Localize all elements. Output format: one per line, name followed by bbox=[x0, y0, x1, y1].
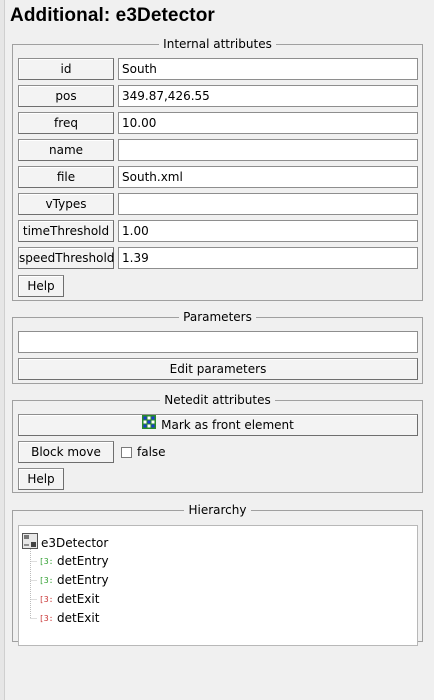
attr-field-name[interactable] bbox=[118, 139, 418, 161]
hierarchy-child-item[interactable]: [3: detEntry bbox=[39, 571, 109, 589]
frame-title: Additional: e3Detector bbox=[10, 5, 215, 26]
mark-front-element-label: Mark as front element bbox=[161, 418, 294, 432]
attr-label-id[interactable]: id bbox=[18, 58, 114, 80]
hierarchy-tree[interactable]: e3Detector [3: detEntry [3: detEntry [3: de… bbox=[18, 525, 418, 646]
det-exit-icon: [3: bbox=[39, 594, 54, 604]
internal-attributes-help-button[interactable]: Help bbox=[18, 275, 64, 297]
det-entry-icon: [3: bbox=[39, 556, 54, 566]
hierarchy-child-label: detExit bbox=[57, 592, 100, 606]
attr-label-file[interactable]: file bbox=[18, 166, 114, 188]
mark-front-element-button[interactable]: Mark as front element bbox=[18, 414, 418, 436]
frame-edge bbox=[0, 0, 5, 700]
attr-field-file[interactable] bbox=[118, 166, 418, 188]
hierarchy-child-label: detEntry bbox=[57, 554, 109, 568]
det-exit-icon: [3: bbox=[39, 613, 54, 623]
internal-attributes-title: Internal attributes bbox=[159, 37, 276, 51]
attr-label-pos[interactable]: pos bbox=[18, 85, 114, 107]
block-move-checkbox[interactable] bbox=[121, 447, 132, 458]
front-element-icon bbox=[142, 414, 157, 435]
block-move-value: false bbox=[137, 445, 166, 459]
hierarchy-child-item[interactable]: [3: detExit bbox=[39, 609, 99, 627]
e3-detector-icon bbox=[22, 533, 38, 554]
attr-label-time-threshold[interactable]: timeThreshold bbox=[18, 220, 114, 242]
attr-field-freq[interactable] bbox=[118, 112, 418, 134]
parameters-group: Parameters Edit parameters bbox=[12, 310, 423, 384]
attr-label-name[interactable]: name bbox=[18, 139, 114, 161]
hierarchy-group: Hierarchy e3Detector [3:detEntry [3:de bbox=[12, 503, 423, 646]
parameters-title: Parameters bbox=[179, 310, 256, 324]
parameters-field[interactable] bbox=[18, 331, 418, 353]
netedit-attributes-title: Netedit attributes bbox=[160, 393, 275, 407]
attr-label-freq[interactable]: freq bbox=[18, 112, 114, 134]
hierarchy-child-label: detExit bbox=[57, 611, 100, 625]
block-move-button[interactable]: Block move bbox=[18, 441, 114, 463]
det-entry-icon: [3: bbox=[39, 575, 54, 585]
attr-field-vtypes[interactable] bbox=[118, 193, 418, 215]
hierarchy-root-item[interactable]: e3Detector bbox=[22, 533, 108, 551]
attr-label-vtypes[interactable]: vTypes bbox=[18, 193, 114, 215]
internal-attributes-group: Internal attributes id pos freq name fil… bbox=[12, 37, 423, 301]
attr-field-time-threshold[interactable] bbox=[118, 220, 418, 242]
netedit-attributes-group: Netedit attributes Mark as front element… bbox=[12, 393, 423, 493]
attr-label-speed-threshold[interactable]: speedThreshold bbox=[18, 247, 114, 269]
attr-field-speed-threshold[interactable] bbox=[118, 247, 418, 269]
hierarchy-child-label: detEntry bbox=[57, 573, 109, 587]
hierarchy-child-item[interactable]: [3: detEntry bbox=[39, 552, 109, 570]
netedit-help-button[interactable]: Help bbox=[18, 468, 64, 490]
hierarchy-title: Hierarchy bbox=[184, 503, 251, 517]
hierarchy-child-item[interactable]: [3: detExit bbox=[39, 590, 99, 608]
attr-field-id[interactable] bbox=[118, 58, 418, 80]
hierarchy-root-label: e3Detector bbox=[41, 536, 109, 550]
attr-field-pos[interactable] bbox=[118, 85, 418, 107]
edit-parameters-button[interactable]: Edit parameters bbox=[18, 358, 418, 380]
